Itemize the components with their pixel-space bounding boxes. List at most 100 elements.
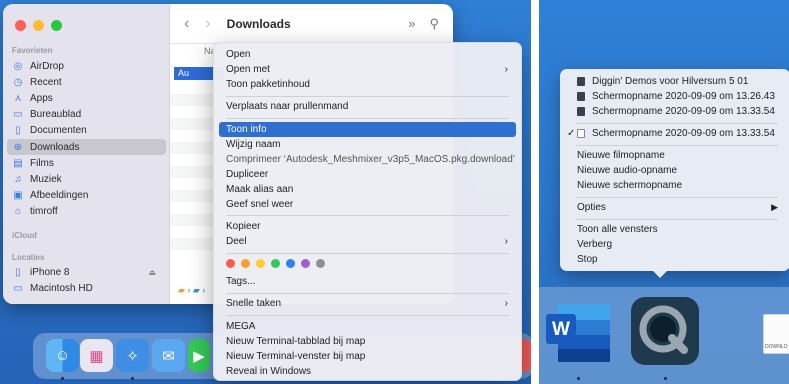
- menu-separator: [576, 219, 778, 220]
- chevron-right-icon: ›: [504, 64, 508, 75]
- sidebar-item-documents[interactable]: ▯ Documenten: [7, 122, 166, 138]
- menu-item-copy[interactable]: Kopieer: [219, 219, 516, 234]
- tag-colors: [226, 259, 325, 268]
- left-screenshot-panel: Favorieten ◎ AirDrop ◷ Recent ⋏ Apps ▭ Burea…: [0, 0, 531, 384]
- word-dock-icon[interactable]: W: [546, 302, 612, 364]
- sidebar-item-label: Bureaublad: [30, 108, 82, 120]
- menu-item-label: Schermopname 2020-09-09 om 13.26.43: [592, 90, 775, 102]
- tag-color-dot[interactable]: [226, 259, 235, 268]
- window-controls: [15, 20, 62, 31]
- menu-item-open-with[interactable]: Open met ›: [219, 62, 516, 77]
- menu-item-new-audio-recording[interactable]: Nieuwe audio-opname: [569, 163, 784, 177]
- menu-item-open-window[interactable]: ✓ Schermopname 2020-09-09 om 13.33.54: [567, 126, 784, 140]
- sidebar-item-label: Muziek: [30, 173, 62, 185]
- path-bar[interactable]: ▰ › ▰ ›: [178, 285, 205, 296]
- facetime-dock-icon[interactable]: ▶: [188, 339, 210, 372]
- close-button[interactable]: [15, 20, 26, 31]
- menu-item-open[interactable]: Open: [219, 47, 516, 62]
- back-button[interactable]: ‹: [184, 15, 189, 33]
- launchpad-dock-icon[interactable]: ▦: [80, 339, 113, 372]
- file-icon: [577, 76, 585, 86]
- menu-item-hide[interactable]: Verberg: [569, 237, 784, 251]
- word-icon: W: [546, 304, 610, 362]
- right-screenshot-panel: Diggin' Demos voor Hilversum 5 01 Scherm…: [539, 0, 789, 384]
- sidebar-item-label: Apps: [30, 92, 53, 104]
- document-icon: ▯: [15, 124, 21, 136]
- finder-dock-icon[interactable]: ☺: [46, 339, 79, 372]
- menu-item-label: Open met: [226, 64, 270, 75]
- downloads-stack-icon[interactable]: DOWNLO: [763, 314, 789, 354]
- sidebar-item-macintosh-hd[interactable]: ▭ Macintosh HD: [7, 280, 166, 296]
- search-icon[interactable]: ⚲: [429, 16, 439, 32]
- film-icon: ▤: [13, 157, 23, 169]
- menu-item-quick-actions[interactable]: Snelle taken ›: [219, 296, 516, 311]
- drive-icon: ▭: [13, 282, 23, 294]
- menu-item-label: Opties: [577, 201, 606, 213]
- menu-item-show-package-contents[interactable]: Toon pakketinhoud: [219, 77, 516, 92]
- menu-item-quit[interactable]: Stop: [569, 252, 784, 266]
- menu-item-new-terminal-window[interactable]: Nieuw Terminal-venster bij map: [219, 349, 516, 364]
- menu-item-reveal-in-windows[interactable]: Reveal in Windows: [219, 364, 516, 379]
- more-toolbar-icon[interactable]: »: [408, 16, 415, 32]
- tag-color-dot[interactable]: [286, 259, 295, 268]
- window-icon: [577, 128, 585, 138]
- menu-item-move-to-trash[interactable]: Verplaats naar prullenmand: [219, 99, 516, 114]
- tag-color-dot[interactable]: [256, 259, 265, 268]
- quicktime-dock-icon[interactable]: [631, 297, 699, 365]
- running-indicator: [131, 377, 134, 380]
- menu-item-recent-file[interactable]: Diggin' Demos voor Hilversum 5 01: [569, 74, 784, 88]
- menu-item-options[interactable]: Opties ▶: [569, 200, 784, 214]
- menu-separator: [576, 197, 778, 198]
- download-icon: ⊕: [13, 141, 23, 153]
- menu-item-rename[interactable]: Wijzig naam: [219, 137, 516, 152]
- running-indicator: [61, 377, 64, 380]
- sidebar-item-downloads[interactable]: ⊕ Downloads: [7, 139, 166, 155]
- tag-color-dot[interactable]: [316, 259, 325, 268]
- menu-item-make-alias[interactable]: Maak alias aan: [219, 182, 516, 197]
- sidebar-item-label: Afbeeldingen: [30, 189, 89, 201]
- tag-color-dot[interactable]: [241, 259, 250, 268]
- sidebar-item-music[interactable]: ♫ Muziek: [7, 171, 166, 187]
- menu-item-quick-look[interactable]: Geef snel weer: [219, 197, 516, 212]
- desktop-icon: ▭: [13, 108, 23, 120]
- menu-item-recent-file[interactable]: Schermopname 2020-09-09 om 13.26.43: [569, 89, 784, 103]
- eject-icon[interactable]: ⏏: [148, 268, 156, 277]
- sidebar-item-films[interactable]: ▤ Films: [7, 155, 166, 171]
- safari-dock-icon[interactable]: ✧: [116, 339, 149, 372]
- chevron-right-icon: ›: [504, 236, 508, 247]
- music-icon: ♫: [14, 173, 22, 185]
- sidebar-item-airdrop[interactable]: ◎ AirDrop: [7, 58, 166, 74]
- menu-item-compress[interactable]: Comprimeer ‘Autodesk_Meshmixer_v3p5_MacO…: [219, 152, 516, 167]
- menu-item-new-screen-recording[interactable]: Nieuwe schermopname: [569, 178, 784, 192]
- menu-item-tags[interactable]: Tags...: [219, 274, 516, 289]
- menu-item-new-movie-recording[interactable]: Nieuwe filmopname: [569, 148, 784, 162]
- clock-icon: ◷: [13, 76, 23, 88]
- mail-dock-icon[interactable]: ✉: [152, 339, 185, 372]
- sidebar-item-label: Recent: [30, 76, 62, 88]
- chevron-right-icon: ›: [504, 298, 508, 309]
- phone-icon: ▯: [15, 266, 21, 278]
- menu-item-recent-file[interactable]: Schermopname 2020-09-09 om 13.33.54: [569, 104, 784, 118]
- menu-item-share[interactable]: Deel ›: [219, 234, 516, 249]
- sidebar-item-apps[interactable]: ⋏ Apps: [7, 90, 166, 106]
- menu-item-get-info[interactable]: Toon info: [219, 122, 516, 137]
- photo-icon: ▣: [13, 189, 23, 201]
- menu-separator: [226, 293, 509, 294]
- zoom-button[interactable]: [51, 20, 62, 31]
- tag-color-dot[interactable]: [301, 259, 310, 268]
- tag-color-dot[interactable]: [271, 259, 280, 268]
- menu-item-new-terminal-tab[interactable]: Nieuw Terminal-tabblad bij map: [219, 334, 516, 349]
- minimize-button[interactable]: [33, 20, 44, 31]
- sidebar-item-label: Downloads: [30, 141, 80, 153]
- sidebar-item-desktop[interactable]: ▭ Bureaublad: [7, 106, 166, 122]
- sidebar-item-recent[interactable]: ◷ Recent: [7, 74, 166, 90]
- sidebar-item-home[interactable]: ⌂ timroff: [7, 203, 166, 219]
- menu-item-show-all-windows[interactable]: Toon alle vensters: [569, 222, 784, 236]
- menu-item-mega[interactable]: MEGA: [219, 319, 516, 334]
- forward-button[interactable]: ›: [205, 15, 210, 33]
- checkmark-icon: ✓: [567, 127, 576, 139]
- sidebar-item-iphone[interactable]: ▯ iPhone 8 ⏏: [7, 264, 166, 280]
- locations-header: Locaties: [12, 253, 45, 262]
- menu-item-duplicate[interactable]: Dupliceer: [219, 167, 516, 182]
- sidebar-item-pictures[interactable]: ▣ Afbeeldingen: [7, 187, 166, 203]
